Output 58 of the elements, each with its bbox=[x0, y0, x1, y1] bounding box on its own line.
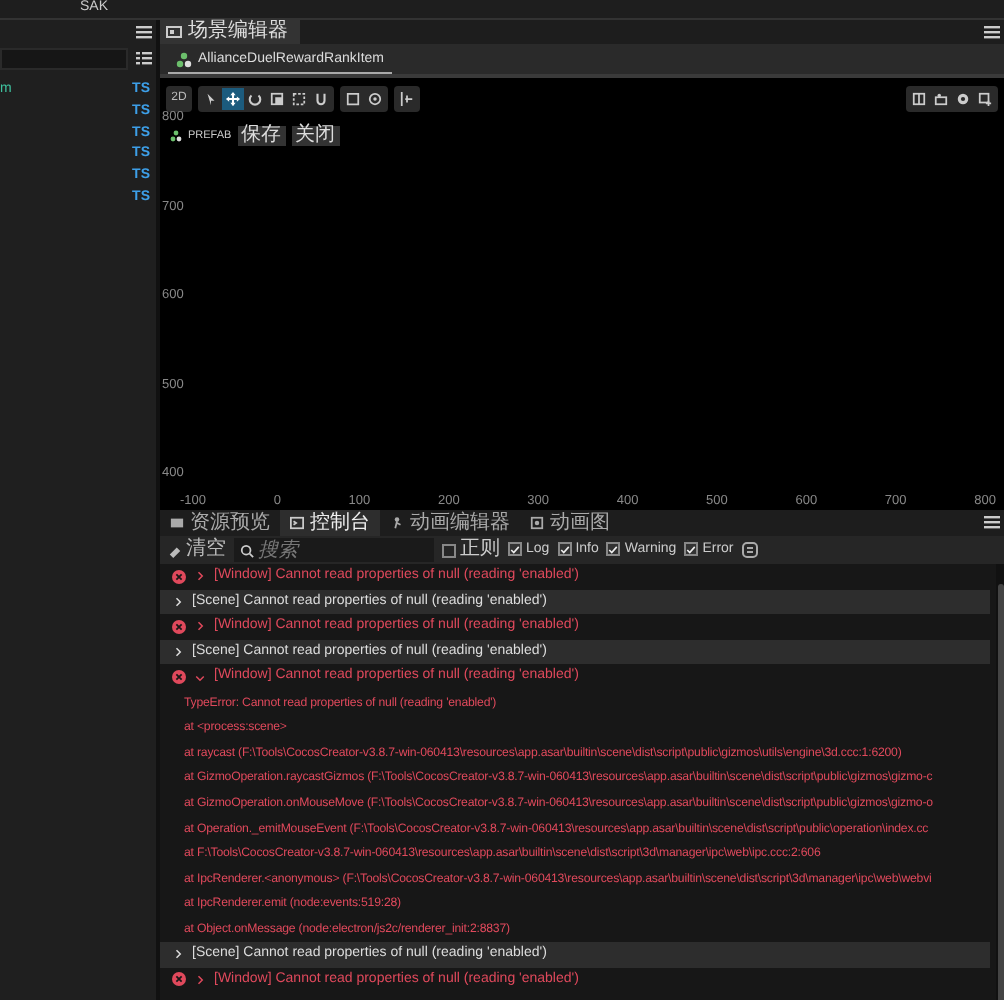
rotate-icon bbox=[248, 92, 262, 106]
tool-button[interactable] bbox=[222, 88, 244, 110]
menu-icon[interactable] bbox=[984, 24, 1000, 40]
panel-tab[interactable]: 控制台 bbox=[280, 510, 380, 536]
move-icon bbox=[226, 92, 240, 106]
scale-icon bbox=[270, 92, 284, 106]
terminal-icon bbox=[290, 516, 304, 530]
align-icon bbox=[400, 92, 414, 106]
figure-icon bbox=[390, 516, 404, 530]
add-view-icon bbox=[978, 92, 992, 106]
clear-button[interactable]: 清空 bbox=[168, 540, 226, 560]
check-icon bbox=[510, 543, 520, 556]
check-icon bbox=[559, 543, 570, 556]
tool-button[interactable] bbox=[288, 88, 310, 110]
cursor-icon bbox=[204, 92, 218, 106]
layout-icon bbox=[912, 92, 926, 106]
view-button[interactable] bbox=[930, 88, 952, 110]
node-icon bbox=[176, 51, 192, 68]
panel-tab[interactable]: 动画图 bbox=[520, 510, 620, 536]
node-icon bbox=[170, 130, 182, 142]
image-icon bbox=[166, 24, 182, 40]
error-icon bbox=[172, 619, 186, 634]
pivot-button[interactable] bbox=[342, 88, 364, 110]
camera-icon bbox=[934, 92, 948, 106]
graph-icon bbox=[530, 516, 544, 530]
menu-icon[interactable] bbox=[984, 514, 1000, 530]
prefab-button[interactable]: 关闭 bbox=[291, 126, 340, 146]
snap-button[interactable] bbox=[364, 88, 386, 110]
error-icon bbox=[172, 972, 186, 987]
settings-icon bbox=[956, 92, 970, 106]
target-icon bbox=[368, 92, 382, 106]
rect-icon bbox=[292, 92, 306, 106]
tool-button[interactable] bbox=[310, 88, 332, 110]
search-field[interactable]: 搜索 bbox=[234, 538, 434, 562]
magnet-icon bbox=[314, 92, 328, 106]
view-button[interactable] bbox=[952, 88, 974, 110]
check-icon bbox=[686, 543, 697, 556]
tool-button[interactable] bbox=[266, 88, 288, 110]
collapse-icon[interactable] bbox=[741, 542, 758, 558]
view-button[interactable] bbox=[974, 88, 996, 110]
prefab-button[interactable]: 保存 bbox=[237, 126, 286, 146]
chevron-right-icon bbox=[172, 595, 184, 608]
panel-tab[interactable]: 动画编辑器 bbox=[380, 510, 520, 536]
panel-tab[interactable]: 场景编辑器 bbox=[160, 20, 300, 44]
frame-icon bbox=[346, 92, 360, 106]
error-icon bbox=[172, 670, 186, 685]
error-icon bbox=[172, 569, 186, 584]
chevron-right-icon bbox=[172, 646, 184, 659]
panel-tab[interactable]: 资源预览 bbox=[160, 510, 280, 536]
search-icon bbox=[240, 543, 254, 557]
scrollbar[interactable] bbox=[997, 584, 1003, 1000]
filter-checkbox[interactable]: 正则 bbox=[442, 540, 500, 560]
check-icon bbox=[608, 543, 619, 556]
align-button[interactable] bbox=[396, 88, 418, 110]
view-button[interactable] bbox=[908, 88, 930, 110]
chevron-right-icon bbox=[172, 948, 184, 961]
menu-icon[interactable] bbox=[136, 24, 152, 40]
list-icon[interactable] bbox=[136, 50, 152, 66]
